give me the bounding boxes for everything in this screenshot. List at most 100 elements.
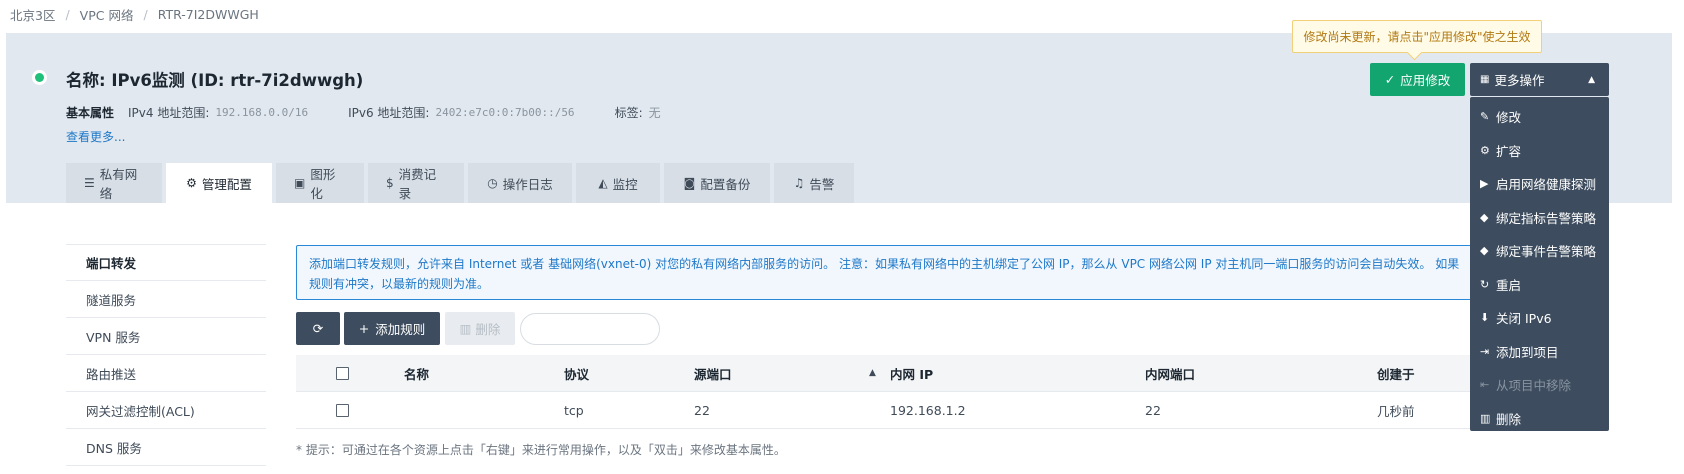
menu-item-label: 扩容 (1496, 143, 1522, 159)
more-actions-button[interactable]: ▦ 更多操作 ▲ (1470, 63, 1609, 96)
apply-changes-label: 应用修改 (1400, 73, 1451, 88)
sort-ascending-icon[interactable]: ▲ (869, 355, 876, 391)
basic-attributes: 基本属性 IPv4 地址范围: 192.168.0.0/16 IPv6 地址范围… (66, 104, 701, 121)
sign-out-icon: ⇤ (1480, 378, 1490, 392)
menu-item-restart[interactable]: ↻ 重启 (1470, 268, 1609, 302)
menu-item-label: 绑定指标告警策略 (1496, 210, 1597, 226)
column-name[interactable]: 名称 (404, 355, 429, 391)
camera-icon: ◙ (683, 176, 696, 190)
ipv6-range-label: IPv6 地址范围: (348, 106, 430, 120)
menu-item-label: 绑定事件告警策略 (1496, 244, 1597, 260)
sign-in-icon: ⇥ (1480, 344, 1490, 358)
pending-changes-tooltip: 修改尚未更新，请点击"应用修改"使之生效 (1292, 20, 1542, 53)
alert-policy-icon: ◆ (1480, 210, 1489, 224)
tab-private-network[interactable]: ☰ 私有网络 (66, 163, 162, 203)
refresh-icon: ↻ (1480, 277, 1490, 291)
rules-table: 名称 协议 源端口 ▲ 内网 IP 内网端口 创建于 tcp 22 192.16… (296, 355, 1476, 429)
tab-management-config[interactable]: ⚙ 管理配置 (166, 163, 272, 203)
column-created-at[interactable]: 创建于 (1377, 355, 1415, 391)
menu-item-enable-health-check[interactable]: ▶ 启用网络健康探测 (1470, 167, 1609, 201)
menu-item-bind-event-alert[interactable]: ◆ 绑定事件告警策略 (1470, 234, 1609, 268)
more-actions-menu: ✎ 修改 ⚙ 扩容 ▶ 启用网络健康探测 ◆ 绑定指标告警策略 ◆ 绑定事件告警… (1470, 97, 1609, 431)
add-rule-button[interactable]: + 添加规则 (344, 312, 440, 345)
menu-item-resize[interactable]: ⚙ 扩容 (1470, 134, 1609, 168)
status-indicator (35, 73, 44, 82)
delete-button[interactable]: ▥ 删除 (445, 312, 515, 345)
refresh-icon: ⟳ (312, 321, 324, 336)
breadcrumb-region[interactable]: 北京3区 (10, 5, 55, 24)
side-item-acl[interactable]: 网关过滤控制(ACL) (66, 392, 266, 429)
search-input[interactable] (520, 313, 660, 345)
tab-label: 配置备份 (700, 176, 751, 192)
tag-label: 标签: (614, 106, 643, 120)
gears-icon: ⚙ (186, 176, 197, 190)
tag-value: 无 (648, 106, 661, 120)
tab-label: 监控 (612, 176, 638, 192)
cell-inner-ip: 192.168.1.2 (890, 402, 966, 418)
ipv6-range-value: 2402:e7c0:0:7b00::/56 (435, 106, 575, 119)
table-header-row: 名称 协议 源端口 ▲ 内网 IP 内网端口 创建于 (296, 355, 1476, 392)
breadcrumb-vpc[interactable]: VPC 网络 (80, 5, 134, 24)
area-chart-icon: ◭ (598, 176, 608, 190)
select-all-checkbox[interactable] (336, 366, 349, 380)
tab-billing-records[interactable]: $ 消费记录 (368, 163, 464, 203)
delete-label: 删除 (475, 322, 501, 337)
breadcrumb-separator: / (143, 6, 148, 22)
play-icon: ▶ (1480, 177, 1489, 191)
menu-item-label: 重启 (1496, 277, 1522, 293)
check-icon: ✓ (1384, 72, 1396, 87)
tab-label: 操作日志 (502, 176, 553, 192)
menu-item-delete[interactable]: ▥ 删除 (1470, 402, 1609, 436)
breadcrumb-separator: / (65, 6, 70, 22)
menu-item-label: 添加到项目 (1496, 344, 1559, 360)
side-item-port-forwarding[interactable]: 端口转发 (66, 244, 266, 281)
side-item-vpn-service[interactable]: VPN 服务 (66, 318, 266, 355)
menu-item-label: 启用网络健康探测 (1496, 177, 1597, 193)
more-actions-label: 更多操作 (1494, 73, 1545, 88)
menu-item-modify[interactable]: ✎ 修改 (1470, 100, 1609, 134)
row-checkbox[interactable] (336, 403, 349, 417)
tab-config-backup[interactable]: ◙ 配置备份 (664, 163, 770, 203)
breadcrumb: 北京3区 / VPC 网络 / RTR-7I2DWWGH (10, 5, 259, 23)
column-protocol[interactable]: 协议 (564, 355, 589, 391)
trash-icon: ▥ (459, 321, 472, 336)
cell-source-port: 22 (694, 402, 710, 418)
side-item-dns-service[interactable]: DNS 服务 (66, 429, 266, 466)
menu-item-label: 修改 (1496, 110, 1522, 126)
dollar-icon: $ (386, 176, 394, 190)
pencil-icon: ✎ (1480, 110, 1490, 124)
grid-icon: ▦ (1480, 74, 1490, 85)
menu-item-label: 关闭 IPv6 (1496, 311, 1552, 327)
menu-item-add-to-project[interactable]: ⇥ 添加到项目 (1470, 335, 1609, 369)
tab-label: 图形化 (310, 167, 336, 201)
bell-icon: ♫ (793, 176, 805, 190)
tab-graphical[interactable]: ▣ 图形化 (276, 163, 364, 203)
cell-inner-port: 22 (1145, 402, 1161, 418)
tab-label: 私有网络 (99, 167, 138, 201)
side-item-route-push[interactable]: 路由推送 (66, 355, 266, 392)
config-side-menu: 端口转发 隧道服务 VPN 服务 路由推送 网关过滤控制(ACL) DNS 服务 (66, 244, 266, 466)
tab-label: 消费记录 (398, 167, 437, 201)
table-row[interactable]: tcp 22 192.168.1.2 22 几秒前 (296, 392, 1476, 429)
apply-changes-button[interactable]: ✓ 应用修改 (1370, 63, 1465, 96)
cell-protocol: tcp (564, 402, 584, 418)
column-inner-ip[interactable]: 内网 IP (890, 355, 933, 391)
menu-item-remove-from-project: ⇤ 从项目中移除 (1470, 368, 1609, 402)
port-forwarding-notice: 添加端口转发规则，允许来自 Internet 或者 基础网络(vxnet-0) … (296, 245, 1476, 300)
tab-alerts[interactable]: ♫ 告警 (774, 163, 854, 203)
column-inner-port[interactable]: 内网端口 (1145, 355, 1195, 391)
column-source-port[interactable]: 源端口 (694, 355, 732, 391)
menu-item-bind-metric-alert[interactable]: ◆ 绑定指标告警策略 (1470, 201, 1609, 235)
tab-monitoring[interactable]: ◭ 监控 (576, 163, 660, 203)
caret-up-icon: ▲ (1588, 74, 1595, 85)
tab-operation-log[interactable]: ◷ 操作日志 (468, 163, 572, 203)
menu-item-label: 从项目中移除 (1496, 378, 1572, 394)
select-all-cell (336, 355, 349, 391)
view-more-link[interactable]: 查看更多... (66, 128, 125, 145)
side-item-tunnel-service[interactable]: 隧道服务 (66, 281, 266, 318)
breadcrumb-router: RTR-7I2DWWGH (157, 6, 259, 22)
tab-label: 管理配置 (201, 176, 252, 192)
row-select-cell (336, 392, 349, 428)
refresh-button[interactable]: ⟳ (296, 312, 340, 345)
menu-item-disable-ipv6[interactable]: ⬇ 关闭 IPv6 (1470, 301, 1609, 335)
